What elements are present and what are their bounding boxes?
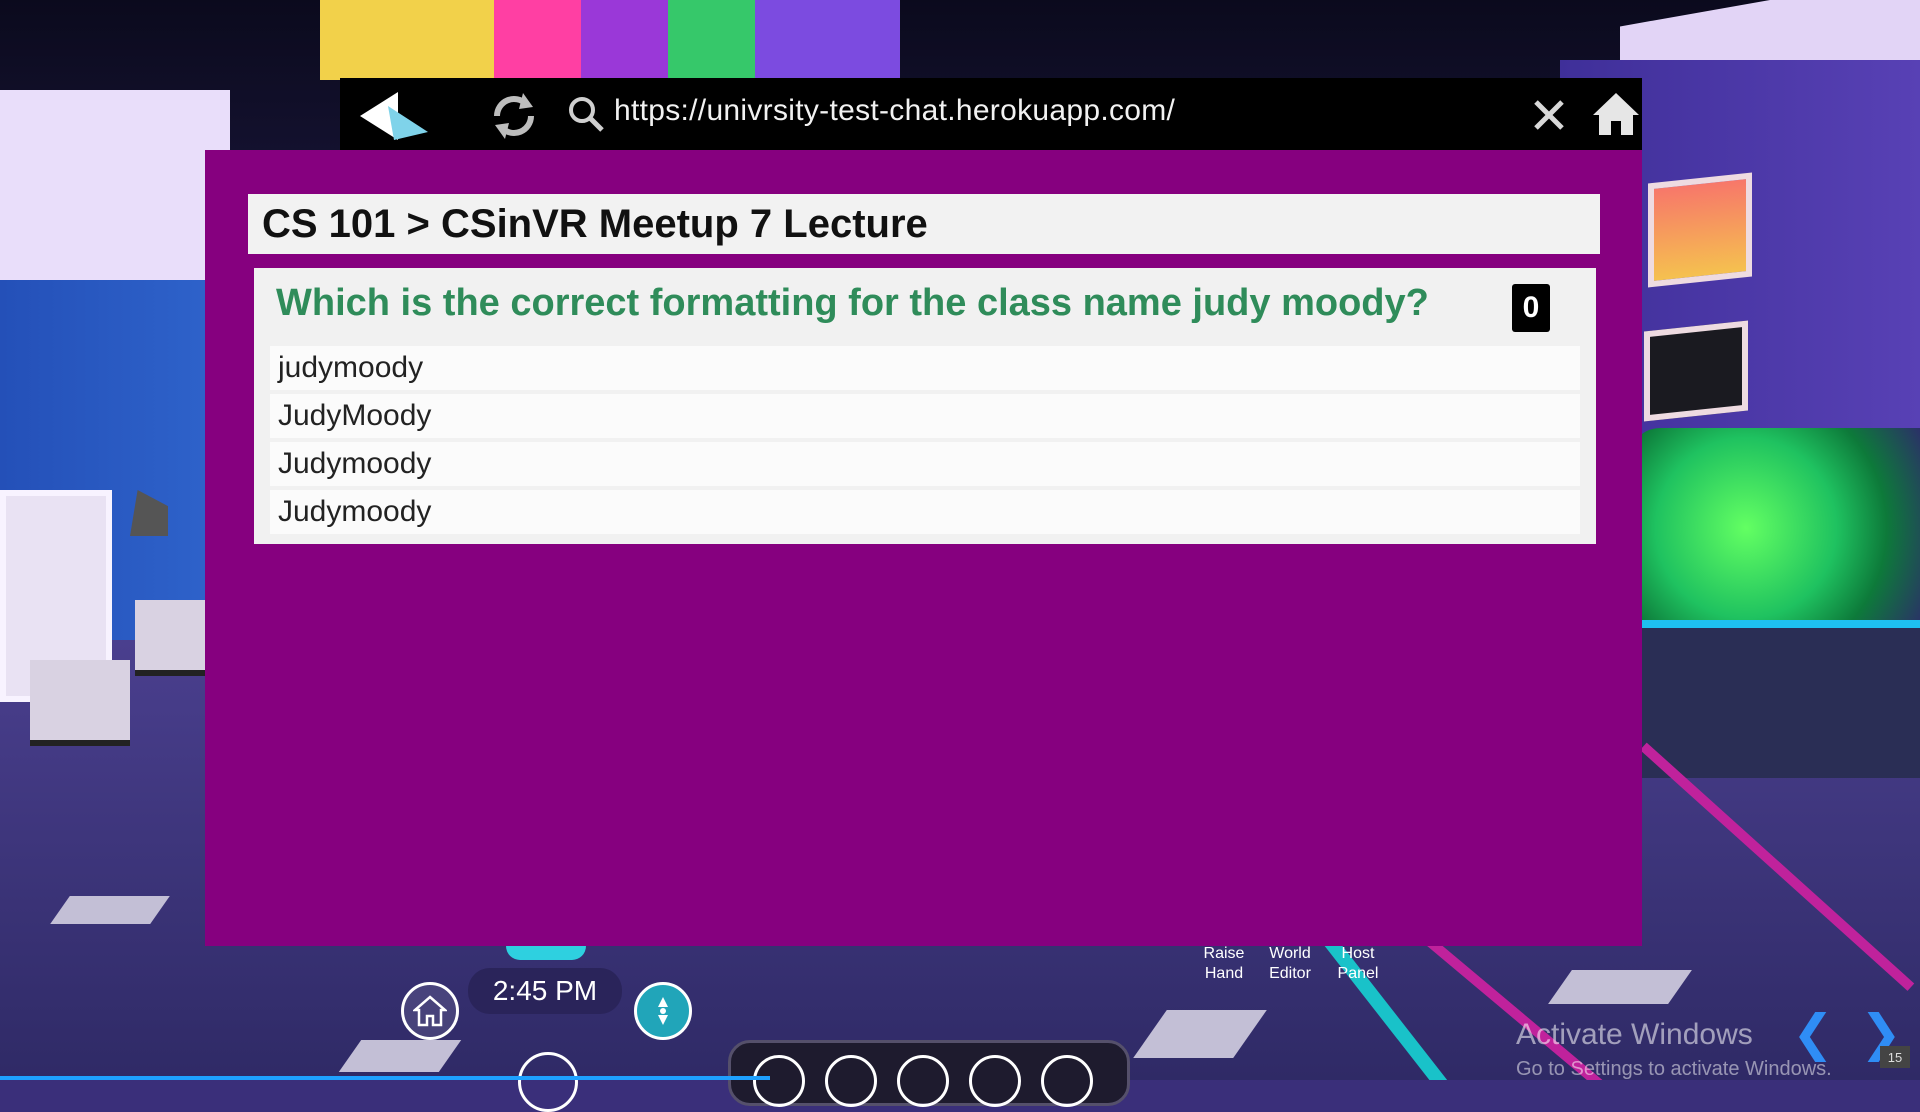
search-icon xyxy=(564,90,608,138)
hud-circle-icon[interactable] xyxy=(518,1052,578,1112)
chair xyxy=(135,600,215,676)
dark-window xyxy=(1644,320,1748,422)
floor-tile xyxy=(50,896,170,924)
quiz-card: Which is the correct formatting for the … xyxy=(254,268,1596,544)
graffiti-wall xyxy=(1630,428,1920,628)
web-page: CS 101 > CSinVR Meetup 7 Lecture Which i… xyxy=(205,150,1642,946)
toolbar-button[interactable] xyxy=(1041,1055,1093,1107)
chair xyxy=(30,660,130,746)
left-wall-upper xyxy=(0,90,230,280)
url-field[interactable]: https://univrsity-test-chat.herokuapp.co… xyxy=(614,94,1175,128)
lit-window xyxy=(1648,172,1752,288)
activate-windows-subtitle: Go to Settings to activate Windows. xyxy=(1516,1058,1832,1080)
hud-home-icon[interactable] xyxy=(401,982,459,1040)
colorful-building-top xyxy=(320,0,900,80)
breadcrumb: CS 101 > CSinVR Meetup 7 Lecture xyxy=(248,194,1600,254)
home-icon[interactable] xyxy=(1590,88,1642,140)
court-area xyxy=(1630,620,1920,778)
bottom-progress-line xyxy=(0,1076,770,1080)
raise-hand-button[interactable]: Raise Hand xyxy=(1196,944,1252,984)
toolbar-button[interactable] xyxy=(969,1055,1021,1107)
toolbar-button[interactable] xyxy=(753,1055,805,1107)
hud-arc xyxy=(506,946,586,960)
clock: 2:45 PM xyxy=(468,968,622,1014)
bottom-toolbar xyxy=(728,1040,1130,1107)
back-icon[interactable] xyxy=(358,88,434,144)
world-editor-button[interactable]: World Editor xyxy=(1262,944,1318,984)
question-text: Which is the correct formatting for the … xyxy=(276,282,1429,324)
response-count-badge: 0 xyxy=(1512,284,1550,332)
corner-number: 15 xyxy=(1880,1046,1910,1068)
activate-windows-title: Activate Windows xyxy=(1516,1018,1753,1051)
chevron-left-icon[interactable]: ❮ xyxy=(1792,1004,1834,1062)
answer-option[interactable]: judymoody xyxy=(270,346,1580,390)
close-icon[interactable] xyxy=(1526,92,1572,138)
answer-option[interactable]: Judymoody xyxy=(270,490,1580,534)
host-panel-button[interactable]: Host Panel xyxy=(1330,944,1386,984)
floor-tile xyxy=(1548,970,1692,1004)
toolbar-button[interactable] xyxy=(897,1055,949,1107)
answer-option[interactable]: JudyMoody xyxy=(270,394,1580,438)
answer-options: judymoody JudyMoody Judymoody Judymoody xyxy=(270,346,1580,538)
toolbar-button[interactable] xyxy=(825,1055,877,1107)
answer-option[interactable]: Judymoody xyxy=(270,442,1580,486)
compass-icon[interactable] xyxy=(634,982,692,1040)
refresh-icon[interactable] xyxy=(486,88,542,144)
browser-toolbar: https://univrsity-test-chat.herokuapp.co… xyxy=(340,78,1642,150)
